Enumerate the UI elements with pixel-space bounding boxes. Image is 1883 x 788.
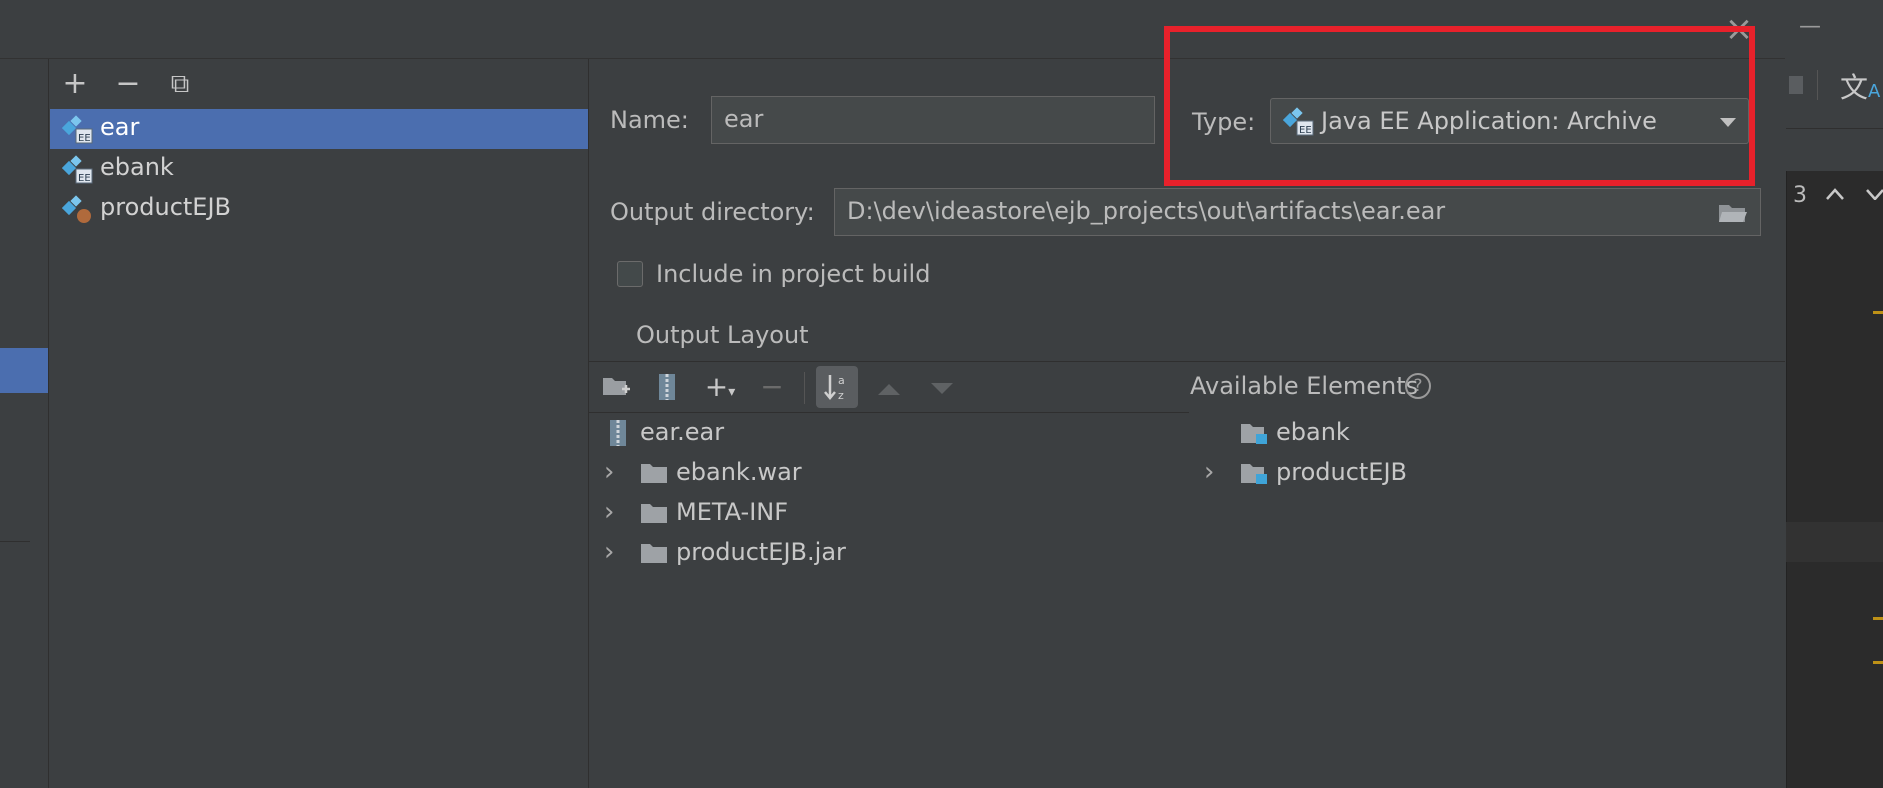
new-directory-button[interactable] <box>596 366 638 408</box>
artifact-item-ear[interactable]: EE ear <box>50 109 588 149</box>
tree-label: productEJB <box>1276 458 1408 486</box>
java-ee-icon: EE <box>1283 107 1314 136</box>
warning-marker[interactable] <box>1873 661 1883 664</box>
type-value: Java EE Application: Archive <box>1321 107 1657 135</box>
archive-icon <box>610 420 626 446</box>
name-value: ear <box>724 105 764 133</box>
folder-open-icon[interactable] <box>1718 202 1748 224</box>
background-highlight-band <box>1786 522 1883 562</box>
folder-icon <box>641 544 667 563</box>
move-down-button[interactable] <box>921 366 963 408</box>
tree-label: ebank <box>1276 418 1350 446</box>
available-item-productejb[interactable]: › productEJB <box>1190 454 1780 492</box>
chevron-down-icon[interactable] <box>1866 188 1883 200</box>
artifact-label: ear <box>100 113 140 141</box>
sort-alpha-icon: a z <box>824 374 845 402</box>
toolbar-separator <box>1817 70 1818 100</box>
artifact-item-ebank[interactable]: EE ebank <box>50 149 588 189</box>
left-strip-divider <box>0 541 30 542</box>
chevron-right-icon[interactable]: › <box>1204 458 1224 486</box>
svg-text:EE: EE <box>1299 125 1312 136</box>
chevron-right-icon[interactable]: › <box>604 498 624 526</box>
minimize-icon[interactable]: — <box>1799 14 1821 39</box>
svg-text:z: z <box>838 389 844 402</box>
remove-element-button[interactable]: − <box>751 366 793 408</box>
type-dropdown[interactable]: EE Java EE Application: Archive <box>1270 98 1749 144</box>
move-up-button[interactable] <box>868 366 910 408</box>
left-panel-strip <box>0 59 49 788</box>
sort-elements-button[interactable]: a z <box>816 366 858 408</box>
name-label: Name: <box>610 106 689 134</box>
translate-icon[interactable]: 文A <box>1840 66 1880 106</box>
svg-text:EE: EE <box>78 133 91 144</box>
dialog-title-bar <box>0 0 1785 59</box>
available-item-ebank[interactable]: ebank <box>1190 414 1780 452</box>
folder-icon <box>641 464 667 483</box>
left-strip-selection[interactable] <box>0 348 48 393</box>
tree-item-meta-inf[interactable]: › META-INF <box>600 494 1180 532</box>
available-elements-title: Available Elements <box>1190 372 1419 400</box>
toolbar-separator <box>804 372 805 404</box>
output-directory-field[interactable]: D:\dev\ideastore\ejb_projects\out\artifa… <box>834 188 1761 236</box>
artifact-label: ebank <box>100 153 174 181</box>
tree-item-productejb-jar[interactable]: › productEJB.jar <box>600 534 1180 572</box>
add-copy-button[interactable]: +▾ <box>699 366 741 408</box>
include-in-build-label: Include in project build <box>656 260 931 288</box>
stop-icon[interactable] <box>1789 76 1803 94</box>
artifact-item-productejb[interactable]: productEJB <box>50 189 588 229</box>
remove-artifact-button[interactable]: − <box>110 62 146 106</box>
add-artifact-button[interactable]: + <box>57 62 93 106</box>
type-label: Type: <box>1192 108 1256 136</box>
warning-marker[interactable] <box>1873 617 1883 620</box>
tree-item-ebank-war[interactable]: › ebank.war <box>600 454 1180 492</box>
svg-text:a: a <box>838 374 845 387</box>
svg-text:EE: EE <box>78 173 91 184</box>
tree-label: productEJB.jar <box>676 538 846 566</box>
name-field[interactable]: ear <box>711 96 1155 144</box>
chevron-right-icon[interactable]: › <box>604 458 624 486</box>
artifact-label: productEJB <box>100 193 232 221</box>
close-icon[interactable]: × <box>1724 12 1754 46</box>
ejb-icon <box>62 195 91 223</box>
archive-icon <box>659 374 675 400</box>
create-archive-button[interactable] <box>646 366 688 408</box>
tree-label: ear.ear <box>640 418 725 446</box>
java-ee-icon: EE <box>62 115 93 144</box>
chevron-down-icon <box>1720 118 1736 127</box>
match-counter: 3 <box>1793 183 1807 208</box>
background-search-bar <box>1786 128 1883 171</box>
chevron-up-icon[interactable] <box>1826 188 1844 200</box>
tab-output-layout[interactable]: Output Layout <box>636 321 809 349</box>
arrow-up-icon <box>878 384 900 395</box>
folder-icon <box>641 504 667 523</box>
output-directory-value: D:\dev\ideastore\ejb_projects\out\artifa… <box>847 197 1446 225</box>
module-folder-icon <box>1241 424 1267 444</box>
java-ee-icon: EE <box>62 155 93 184</box>
output-layout-toolbar-divider <box>589 412 1189 413</box>
help-icon[interactable]: ? <box>1405 373 1431 399</box>
tree-label: ebank.war <box>676 458 802 486</box>
folder-add-icon <box>603 378 630 395</box>
output-directory-label: Output directory: <box>610 198 815 226</box>
module-folder-icon <box>1241 464 1267 484</box>
arrow-down-icon <box>931 383 953 394</box>
tree-label: META-INF <box>676 498 789 526</box>
copy-artifact-button[interactable]: ⧉ <box>162 62 198 106</box>
tree-root-ear[interactable]: ear.ear <box>600 414 1180 452</box>
output-layout-divider <box>589 361 1785 362</box>
include-in-build-checkbox[interactable] <box>617 261 643 287</box>
chevron-right-icon[interactable]: › <box>604 538 624 566</box>
warning-marker[interactable] <box>1873 311 1883 314</box>
